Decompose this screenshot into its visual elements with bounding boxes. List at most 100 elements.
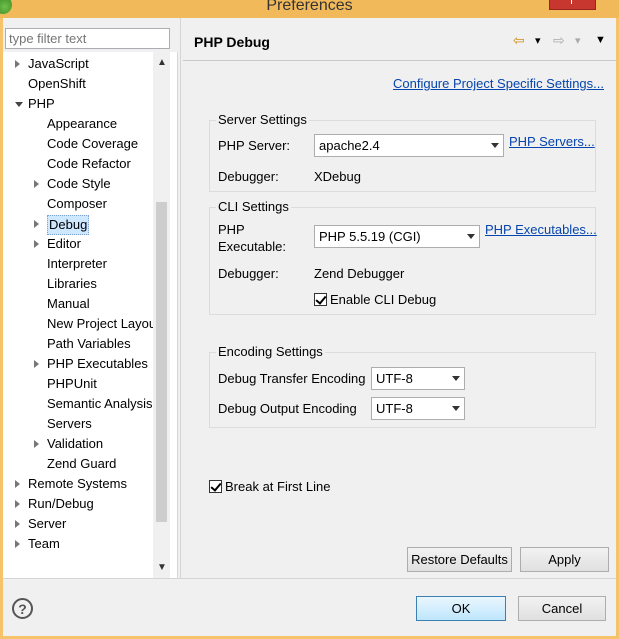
tree-item[interactable]: Appearance bbox=[3, 114, 153, 134]
debug-transfer-encoding-select[interactable]: UTF-8 bbox=[371, 367, 465, 390]
tree-item[interactable]: New Project Layou bbox=[3, 314, 156, 334]
tree-item[interactable]: Interpreter bbox=[3, 254, 153, 274]
tree-item-label: Team bbox=[28, 536, 60, 551]
php-executable-select[interactable]: PHP 5.5.19 (CGI) bbox=[314, 225, 480, 248]
expanded-chevron-icon[interactable] bbox=[15, 102, 23, 107]
tree-item[interactable]: JavaScript bbox=[3, 54, 153, 74]
help-icon[interactable]: ? bbox=[12, 598, 33, 619]
tree-vertical-scrollbar[interactable]: ▲ ▼ bbox=[153, 52, 170, 578]
tree-item[interactable]: Composer bbox=[3, 194, 153, 214]
tree-item-label: Libraries bbox=[47, 276, 97, 291]
tree-item-label: Composer bbox=[47, 196, 107, 211]
encoding-settings-legend: Encoding Settings bbox=[216, 344, 325, 359]
tree-item[interactable]: Code Coverage bbox=[3, 134, 153, 154]
title-bar: Preferences bbox=[0, 0, 619, 18]
tree-item[interactable]: Server bbox=[3, 514, 153, 534]
enable-cli-debug-label[interactable]: Enable CLI Debug bbox=[330, 292, 436, 307]
tree-item-label: Validation bbox=[47, 436, 104, 451]
tree-item[interactable]: Run/Debug bbox=[3, 494, 153, 514]
enable-cli-debug-checkbox[interactable] bbox=[314, 293, 327, 306]
pane-divider[interactable] bbox=[180, 18, 181, 578]
tree-item[interactable]: PHPUnit bbox=[3, 374, 153, 394]
tree-item[interactable]: Manual bbox=[3, 294, 153, 314]
collapsed-chevron-icon[interactable] bbox=[15, 480, 20, 488]
tree-item-label: OpenShift bbox=[28, 76, 86, 91]
scroll-down-icon[interactable]: ▼ bbox=[157, 562, 167, 573]
collapsed-chevron-icon[interactable] bbox=[34, 240, 39, 248]
php-server-label: PHP Server: bbox=[218, 138, 291, 153]
apply-button[interactable]: Apply bbox=[520, 547, 609, 572]
php-executables-link[interactable]: PHP Executables... bbox=[485, 222, 597, 237]
footer-separator bbox=[3, 578, 616, 579]
scroll-up-icon[interactable]: ▲ bbox=[157, 57, 167, 68]
server-debugger-value: XDebug bbox=[314, 169, 361, 184]
header-separator bbox=[183, 60, 616, 61]
configure-project-link[interactable]: Configure Project Specific Settings... bbox=[393, 76, 604, 91]
tree-item[interactable]: Team bbox=[3, 534, 153, 554]
cli-debugger-label: Debugger: bbox=[218, 266, 279, 281]
server-settings-group: Server Settings PHP Server: apache2.4 PH… bbox=[209, 112, 596, 192]
chevron-down-icon bbox=[452, 376, 460, 381]
tree-item-label: Remote Systems bbox=[28, 476, 127, 491]
close-button[interactable] bbox=[549, 0, 596, 10]
tree-item[interactable]: Servers bbox=[3, 414, 153, 434]
collapsed-chevron-icon[interactable] bbox=[15, 500, 20, 508]
break-first-line-checkbox[interactable] bbox=[209, 480, 222, 493]
collapsed-chevron-icon[interactable] bbox=[15, 540, 20, 548]
chevron-down-icon bbox=[467, 234, 475, 239]
collapsed-chevron-icon[interactable] bbox=[34, 220, 39, 228]
back-arrow-icon[interactable]: ⇦ bbox=[513, 32, 525, 49]
tree-item[interactable]: Code Style bbox=[3, 174, 153, 194]
tree-item[interactable]: Zend Guard bbox=[3, 454, 153, 474]
tree-item[interactable]: Semantic Analysis bbox=[3, 394, 153, 414]
php-server-value: apache2.4 bbox=[319, 138, 380, 153]
collapsed-chevron-icon[interactable] bbox=[34, 360, 39, 368]
tree-item[interactable]: Libraries bbox=[3, 274, 153, 294]
tree-item-label: Interpreter bbox=[47, 256, 107, 271]
tree-item-label: Semantic Analysis bbox=[47, 396, 153, 411]
tree-item-label: Editor bbox=[47, 236, 81, 251]
tree-item[interactable]: Code Refactor bbox=[3, 154, 153, 174]
tree-item[interactable]: OpenShift bbox=[3, 74, 153, 94]
page-header: PHP Debug ⇦ ▾ ⇨ ▾ ▼ bbox=[183, 28, 615, 58]
cli-settings-legend: CLI Settings bbox=[216, 199, 291, 214]
forward-dropdown-icon[interactable]: ▾ bbox=[575, 34, 581, 47]
tree-item[interactable]: Editor bbox=[3, 234, 153, 254]
chevron-down-icon bbox=[452, 406, 460, 411]
php-executable-value: PHP 5.5.19 (CGI) bbox=[319, 229, 421, 244]
cli-settings-group: CLI Settings PHP Executable: PHP 5.5.19 … bbox=[209, 199, 597, 315]
collapsed-chevron-icon[interactable] bbox=[34, 180, 39, 188]
ok-button[interactable]: OK bbox=[416, 596, 506, 621]
tree-item-label: Servers bbox=[47, 416, 92, 431]
cli-debugger-value: Zend Debugger bbox=[314, 266, 405, 281]
break-first-line-label[interactable]: Break at First Line bbox=[225, 479, 331, 494]
filter-input[interactable] bbox=[5, 28, 170, 49]
tree-item[interactable]: Debug bbox=[3, 214, 153, 235]
php-server-select[interactable]: apache2.4 bbox=[314, 134, 504, 157]
cancel-button[interactable]: Cancel bbox=[518, 596, 606, 621]
tree-item-label: Path Variables bbox=[47, 336, 131, 351]
scroll-thumb[interactable] bbox=[156, 202, 167, 522]
forward-arrow-icon[interactable]: ⇨ bbox=[553, 32, 565, 49]
tree-item-label: Appearance bbox=[47, 116, 118, 131]
tree-item[interactable]: Path Variables bbox=[3, 334, 153, 354]
php-executable-label-line1: PHP bbox=[218, 222, 245, 237]
php-executable-label-line2: Executable: bbox=[218, 239, 286, 254]
tree-item-label: Code Refactor bbox=[47, 156, 131, 171]
tree-item[interactable]: Validation bbox=[3, 434, 153, 454]
php-servers-link[interactable]: PHP Servers... bbox=[509, 134, 595, 149]
collapsed-chevron-icon[interactable] bbox=[15, 60, 20, 68]
restore-defaults-button[interactable]: Restore Defaults bbox=[407, 547, 512, 572]
collapsed-chevron-icon[interactable] bbox=[15, 520, 20, 528]
back-dropdown-icon[interactable]: ▾ bbox=[535, 34, 541, 47]
view-menu-icon[interactable]: ▼ bbox=[595, 34, 606, 46]
tree-item[interactable]: PHP bbox=[3, 94, 153, 114]
tree-item[interactable]: Remote Systems bbox=[3, 474, 153, 494]
server-debugger-label: Debugger: bbox=[218, 169, 279, 184]
debug-transfer-encoding-label: Debug Transfer Encoding bbox=[218, 371, 366, 386]
debug-output-encoding-select[interactable]: UTF-8 bbox=[371, 397, 465, 420]
tree-item-label: Zend Guard bbox=[47, 456, 117, 471]
collapsed-chevron-icon[interactable] bbox=[34, 440, 39, 448]
tree-item[interactable]: PHP Executables bbox=[3, 354, 153, 374]
tree-item-label: PHPUnit bbox=[47, 376, 97, 391]
